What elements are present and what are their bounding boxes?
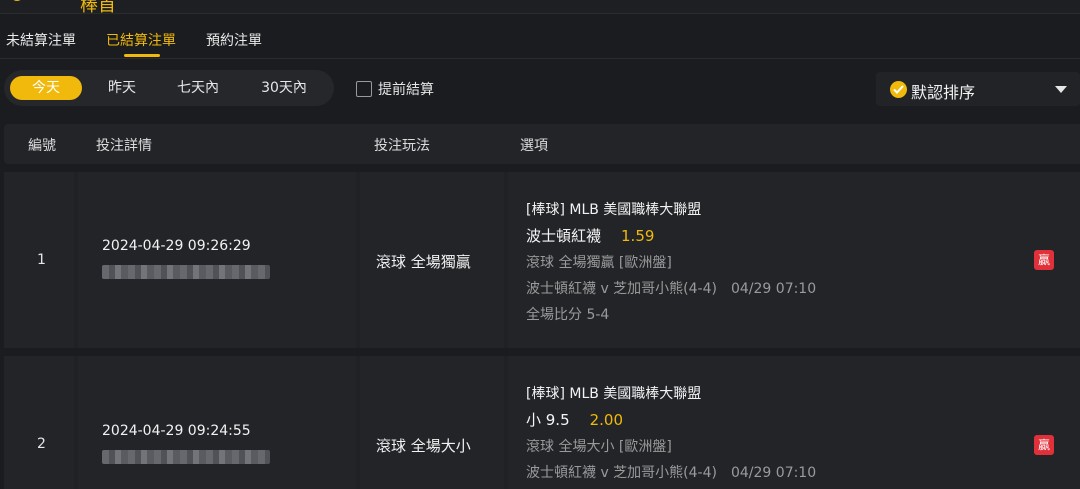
pick-name: 波士頓紅襪 (526, 227, 602, 245)
chevron-down-icon (1055, 86, 1067, 93)
period-yesterday-button[interactable]: 昨天 (86, 76, 158, 100)
page-title: 棒首 (80, 0, 116, 14)
period-filter: 今天 昨天 七天內 30天內 (4, 70, 334, 106)
period-7days-button[interactable]: 七天內 (162, 76, 234, 100)
early-settlement-label: 提前結算 (378, 82, 434, 98)
bet-id-blurred (102, 450, 270, 464)
bet-status-tabs: 未結算注單 已結算注單 預約注單 (0, 15, 1080, 59)
match-time: 04/29 07:10 (730, 281, 817, 297)
header-selection: 選項 (520, 138, 548, 154)
row-number-cell: 2 (4, 356, 74, 489)
table-row[interactable]: 1 2024-04-29 09:26:29 滾球 全場獨贏 [棒球] MLB 美… (4, 172, 1080, 348)
early-settlement-toggle[interactable]: 提前結算 (356, 79, 434, 99)
selection-cell: [棒球] MLB 美國職棒大聯盟 小 9.5 2.00 滾球 全場大小 [歐洲盤]… (508, 356, 1080, 489)
bet-details-cell: 2024-04-29 09:26:29 (78, 172, 356, 348)
row-number-cell: 1 (4, 172, 74, 348)
selection-cell: [棒球] MLB 美國職棒大聯盟 波士頓紅襪 1.59 滾球 全場獨贏 [歐洲盤]… (508, 172, 1080, 348)
header-bet-type: 投注玩法 (374, 138, 430, 154)
tab-unsettled[interactable]: 未結算注單 (6, 30, 76, 50)
win-badge: 贏 (1034, 435, 1054, 455)
match-info: 波士頓紅襪 v 芝加哥小熊(4-4) 04/29 07:10 (526, 462, 816, 482)
odds: 2.00 (589, 411, 624, 429)
tab-reserved[interactable]: 預約注單 (206, 30, 262, 50)
header-number: 編號 (28, 138, 56, 154)
bet-type-cell: 滾球 全場大小 (360, 356, 504, 489)
match-time: 04/29 07:10 (730, 465, 817, 481)
bet-details-cell: 2024-04-29 09:24:55 (78, 356, 356, 489)
final-score: 全場比分 5-4 (526, 307, 610, 323)
bet-type-cell: 滾球 全場獨贏 (360, 172, 504, 348)
odds: 1.59 (621, 227, 655, 245)
pick-name: 小 9.5 (526, 411, 570, 429)
header-bet-details: 投注詳情 (96, 138, 152, 154)
table-row[interactable]: 2 2024-04-29 09:24:55 滾球 全場大小 [棒球] MLB 美… (4, 356, 1080, 489)
check-circle-icon (890, 81, 907, 98)
row-number: 2 (37, 436, 46, 452)
selection-pick: 波士頓紅襪 1.59 (526, 225, 654, 246)
active-tab-indicator (124, 54, 160, 57)
bet-type: 滾球 全場大小 (376, 437, 471, 455)
bet-history-page: 棒首 未結算注單 已結算注單 預約注單 今天 昨天 七天內 30天內 提前結算 … (0, 0, 1080, 489)
selection-pick: 小 9.5 2.00 (526, 409, 623, 430)
league-name: [棒球] MLB 美國職棒大聯盟 (526, 202, 702, 218)
period-today-button[interactable]: 今天 (10, 76, 82, 100)
win-badge: 贏 (1034, 250, 1054, 270)
period-30days-button[interactable]: 30天內 (248, 76, 320, 100)
market-type: 滾球 全場大小 [歐洲盤] (526, 439, 672, 455)
sport-logo-icon (13, 0, 21, 1)
market-type: 滾球 全場獨贏 [歐洲盤] (526, 255, 672, 271)
match-info: 波士頓紅襪 v 芝加哥小熊(4-4) 04/29 07:10 (526, 278, 816, 298)
bet-time: 2024-04-29 09:24:55 (102, 423, 251, 439)
row-number: 1 (37, 252, 46, 268)
tab-settled[interactable]: 已結算注單 (106, 30, 176, 50)
bet-type: 滾球 全場獨贏 (376, 253, 471, 271)
match-teams: 波士頓紅襪 v 芝加哥小熊(4-4) (526, 465, 717, 481)
bet-id-blurred (102, 265, 270, 279)
table-header: 編號 投注詳情 投注玩法 選項 (4, 124, 1080, 164)
league-name: [棒球] MLB 美國職棒大聯盟 (526, 386, 702, 402)
sort-label: 默認排序 (911, 83, 976, 102)
top-bar: 棒首 (0, 0, 1080, 14)
sort-dropdown[interactable]: 默認排序 (876, 72, 1080, 106)
match-teams: 波士頓紅襪 v 芝加哥小熊(4-4) (526, 281, 717, 297)
bet-time: 2024-04-29 09:26:29 (102, 238, 251, 254)
early-settlement-checkbox[interactable] (356, 81, 372, 97)
